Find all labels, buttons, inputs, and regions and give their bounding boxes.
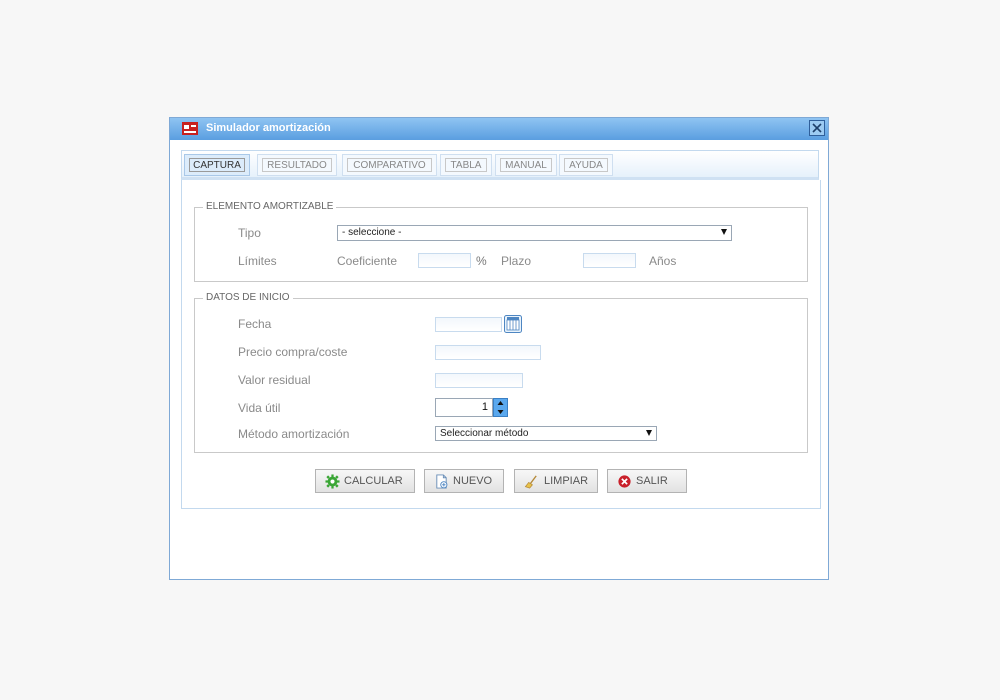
tab-bar: CAPTURA RESULTADO COMPARATIVO TABLA MANU… — [181, 150, 819, 180]
tab-manual[interactable]: MANUAL — [495, 154, 557, 176]
coeficiente-input[interactable] — [418, 253, 471, 268]
tab-label: CAPTURA — [189, 158, 245, 172]
residual-label: Valor residual — [238, 373, 311, 387]
fecha-input[interactable] — [435, 317, 502, 332]
metodo-label: Método amortización — [238, 427, 350, 441]
percent-label: % — [476, 254, 487, 268]
fecha-label: Fecha — [238, 317, 272, 331]
window-titlebar[interactable]: Simulador amortización — [170, 118, 828, 140]
close-icon — [812, 123, 822, 133]
salir-button[interactable]: SALIR — [607, 469, 687, 493]
tab-label: AYUDA — [564, 158, 608, 172]
tab-resultado[interactable]: RESULTADO — [257, 154, 337, 176]
residual-input[interactable] — [435, 373, 523, 388]
chevron-down-icon — [646, 430, 652, 436]
tab-label: TABLA — [445, 158, 487, 172]
plazo-label: Plazo — [501, 254, 532, 268]
precio-label: Precio compra/coste — [238, 345, 348, 359]
vida-util-label: Vida útil — [238, 401, 281, 415]
tab-captura[interactable]: CAPTURA — [184, 154, 250, 176]
nuevo-button[interactable]: NUEVO — [424, 469, 504, 493]
vida-util-stepper[interactable]: 1 — [435, 398, 510, 419]
tab-ayuda[interactable]: AYUDA — [559, 154, 613, 176]
salir-label: SALIR — [636, 475, 668, 487]
new-document-icon — [436, 474, 448, 489]
window-title: Simulador amortización — [206, 122, 331, 134]
stepper-buttons[interactable] — [493, 398, 508, 417]
elemento-amortizable-group: ELEMENTO AMORTIZABLE Tipo - seleccione -… — [194, 201, 808, 282]
metodo-select[interactable]: Seleccionar método — [435, 426, 657, 441]
simulator-window: Simulador amortización CAPTURA RESULTADO… — [169, 117, 829, 580]
tab-tabla[interactable]: TABLA — [440, 154, 492, 176]
tipo-select[interactable]: - seleccione - — [337, 225, 732, 241]
datos-legend: DATOS DE INICIO — [203, 292, 293, 303]
datos-inicio-group: DATOS DE INICIO Fecha Precio compra/cost… — [194, 292, 808, 453]
chevron-down-icon — [721, 229, 727, 235]
tipo-label: Tipo — [238, 226, 261, 240]
decrement-arrow-icon[interactable] — [497, 410, 504, 414]
tab-comparativo[interactable]: COMPARATIVO — [342, 154, 437, 176]
metodo-selected-value: Seleccionar método — [440, 428, 529, 439]
elemento-legend: ELEMENTO AMORTIZABLE — [203, 201, 337, 212]
calcular-label: CALCULAR — [344, 475, 403, 487]
broom-icon — [524, 475, 537, 489]
precio-input[interactable] — [435, 345, 541, 360]
increment-arrow-icon[interactable] — [497, 401, 504, 405]
nuevo-label: NUEVO — [453, 475, 493, 487]
cancel-icon — [618, 475, 631, 488]
calcular-button[interactable]: CALCULAR — [315, 469, 415, 493]
calendar-icon[interactable] — [504, 315, 522, 333]
vida-util-input[interactable]: 1 — [435, 398, 493, 417]
limpiar-button[interactable]: LIMPIAR — [514, 469, 598, 493]
tab-label: RESULTADO — [262, 158, 332, 172]
limites-label: Límites — [238, 254, 277, 268]
app-icon — [182, 122, 198, 135]
captura-panel: ELEMENTO AMORTIZABLE Tipo - seleccione -… — [181, 180, 821, 509]
tab-label: MANUAL — [500, 158, 552, 172]
anios-label: Años — [649, 254, 677, 268]
tab-label: COMPARATIVO — [347, 158, 432, 172]
limpiar-label: LIMPIAR — [544, 475, 589, 487]
plazo-input[interactable] — [583, 253, 636, 268]
gear-icon — [325, 474, 340, 489]
tipo-selected-value: - seleccione - — [342, 227, 402, 238]
close-button[interactable] — [809, 120, 825, 136]
coeficiente-label: Coeficiente — [337, 254, 398, 268]
